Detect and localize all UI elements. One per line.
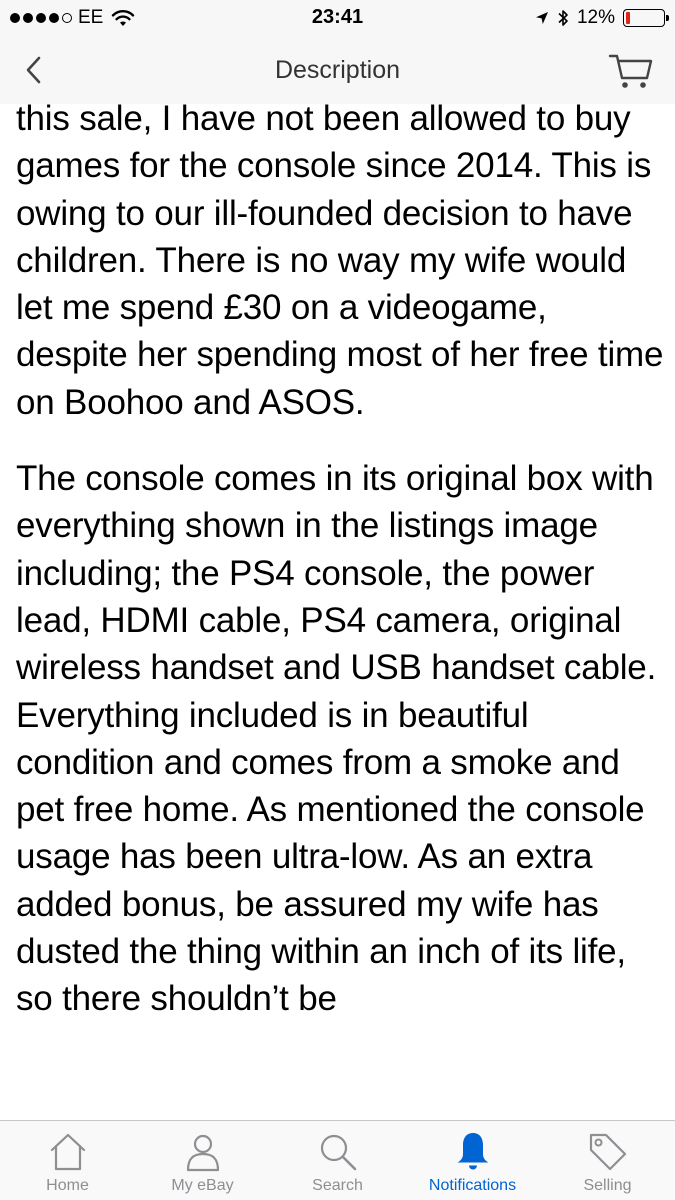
tab-label-my-ebay: My eBay [171, 1177, 234, 1194]
tag-icon [589, 1133, 626, 1171]
tab-label-home: Home [46, 1177, 89, 1194]
tab-my-ebay[interactable]: My eBay [135, 1121, 270, 1200]
tab-home[interactable]: Home [0, 1121, 135, 1200]
page-title: Description [274, 56, 401, 84]
description-content[interactable]: this sale, I have not been allowed to bu… [0, 104, 675, 1120]
bluetooth-icon [558, 10, 568, 26]
location-arrow-icon [535, 12, 548, 24]
tab-notifications[interactable]: Notifications [405, 1121, 540, 1200]
tab-selling[interactable]: Selling [540, 1121, 675, 1200]
status-bar: EE 23:41 12% [0, 0, 675, 36]
search-icon [320, 1134, 356, 1171]
person-icon [186, 1134, 219, 1172]
battery-percent: 12% [576, 7, 615, 28]
tab-bar: Home My eBay Search Notifications Sellin… [0, 1120, 675, 1200]
cart-button[interactable] [607, 48, 655, 92]
bell-icon [457, 1133, 488, 1170]
home-icon [50, 1133, 85, 1171]
description-paragraph: this sale, I have not been allowed to bu… [16, 104, 664, 422]
tab-label-notifications: Notifications [428, 1177, 517, 1194]
description-paragraph: The console comes in its original box wi… [16, 459, 657, 1019]
battery-level [626, 12, 630, 24]
tab-label-selling: Selling [583, 1177, 632, 1194]
cart-icon [608, 54, 653, 88]
status-right: 12% [535, 6, 669, 30]
battery-icon [623, 9, 669, 27]
nav-bar: Description [0, 36, 675, 104]
tab-label-search: Search [312, 1177, 363, 1194]
tab-search[interactable]: Search [270, 1121, 405, 1200]
